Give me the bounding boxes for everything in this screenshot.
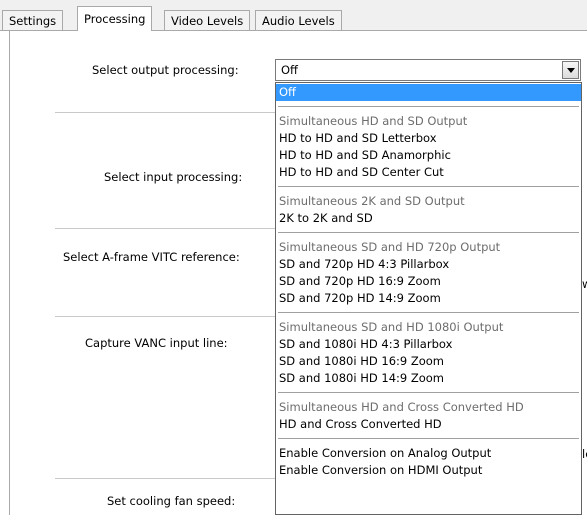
dropdown-option[interactable]: Enable Conversion on HDMI Output: [276, 462, 581, 479]
tab-audio-levels-label: Audio Levels: [262, 14, 335, 28]
dropdown-separator: [278, 312, 579, 313]
aframe-vitc-label: Select A-frame VITC reference:: [63, 250, 240, 264]
tab-video-levels-label: Video Levels: [171, 14, 244, 28]
tab-panel-left-border: [9, 30, 10, 515]
dropdown-group-header: Simultaneous HD and SD Output: [279, 114, 468, 128]
capture-vanc-label: Capture VANC input line:: [85, 336, 228, 350]
output-processing-dropdown-list[interactable]: Off Simultaneous HD and SD Output HD to HD…: [275, 82, 582, 515]
input-processing-label: Select input processing:: [104, 170, 243, 184]
dropdown-option[interactable]: SD and 1080i HD 16:9 Zoom: [276, 353, 581, 370]
dropdown-option[interactable]: SD and 720p HD 16:9 Zoom: [276, 273, 581, 290]
dropdown-separator: [278, 186, 579, 187]
dropdown-option[interactable]: HD to HD and SD Letterbox: [276, 130, 581, 147]
tab-settings-label: Settings: [9, 14, 57, 28]
cooling-fan-label: Set cooling fan speed:: [107, 494, 236, 508]
tab-processing-label: Processing: [84, 12, 146, 26]
dropdown-option[interactable]: SD and 1080i HD 14:9 Zoom: [276, 370, 581, 387]
dropdown-option[interactable]: HD to HD and SD Anamorphic: [276, 147, 581, 164]
dropdown-group-header: Simultaneous SD and HD 1080i Output: [279, 320, 504, 334]
dropdown-separator: [278, 438, 579, 439]
dropdown-option[interactable]: Off: [276, 84, 581, 101]
dropdown-separator: [278, 106, 579, 107]
tab-processing[interactable]: Processing: [77, 6, 153, 31]
tab-strip: Settings Processing Video Levels Audio L…: [0, 0, 587, 31]
output-processing-select[interactable]: Off: [275, 59, 581, 81]
dropdown-group-header: Simultaneous 2K and SD Output: [279, 194, 465, 208]
section-divider: [55, 478, 275, 479]
section-divider: [55, 316, 275, 317]
section-divider: [55, 112, 275, 113]
dropdown-separator: [278, 392, 579, 393]
tab-settings[interactable]: Settings: [2, 10, 64, 30]
section-divider: [55, 228, 275, 229]
dropdown-option[interactable]: SD and 720p HD 4:3 Pillarbox: [276, 256, 581, 273]
dropdown-group-header: Simultaneous SD and HD 720p Output: [279, 240, 501, 254]
hidden-control-text: w: [582, 277, 587, 291]
output-processing-value: Off: [281, 63, 298, 77]
hidden-control-text: le: [582, 447, 587, 461]
tab-video-levels[interactable]: Video Levels: [164, 10, 251, 30]
dropdown-option[interactable]: 2K to 2K and SD: [276, 210, 581, 227]
dropdown-option[interactable]: HD to HD and SD Center Cut: [276, 164, 581, 181]
dropdown-option[interactable]: SD and 1080i HD 4:3 Pillarbox: [276, 336, 581, 353]
dropdown-group-header: Simultaneous HD and Cross Converted HD: [279, 400, 524, 414]
chevron-down-icon: [566, 67, 575, 73]
dropdown-button[interactable]: [562, 61, 579, 79]
tab-audio-levels[interactable]: Audio Levels: [255, 10, 342, 30]
dropdown-option[interactable]: HD and Cross Converted HD: [276, 416, 581, 433]
dropdown-option[interactable]: SD and 720p HD 14:9 Zoom: [276, 290, 581, 307]
dropdown-separator: [278, 232, 579, 233]
dropdown-option[interactable]: Enable Conversion on Analog Output: [276, 445, 581, 462]
output-processing-label: Select output processing:: [92, 63, 239, 77]
